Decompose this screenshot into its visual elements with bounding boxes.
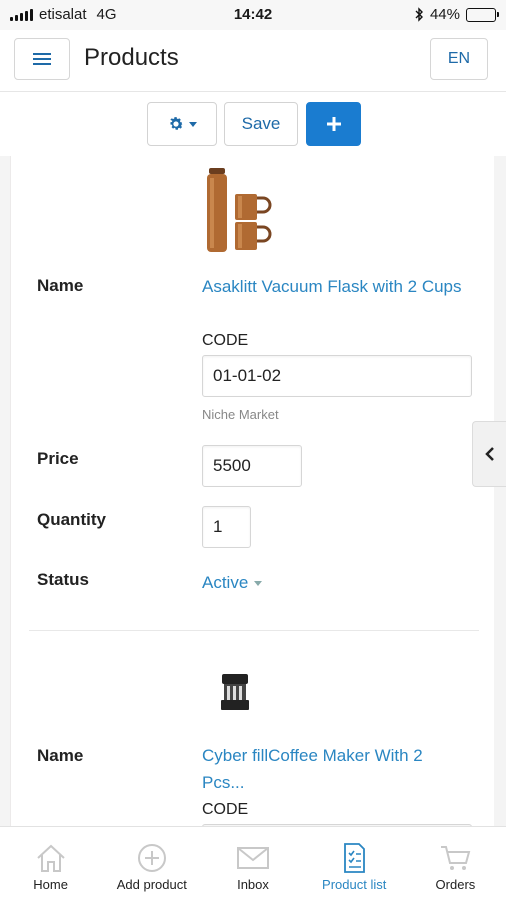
battery-percent: 44% xyxy=(429,6,460,23)
plus-icon xyxy=(326,117,341,131)
page-gutter-right xyxy=(494,156,506,826)
page-gutter-left xyxy=(0,156,10,826)
bottom-navigation: Home Add product Inbox Product list Orde… xyxy=(0,826,506,900)
name-label: Name xyxy=(37,746,84,765)
price-label: Price xyxy=(37,449,79,468)
save-button[interactable]: Save xyxy=(224,102,298,146)
envelope-icon xyxy=(237,847,269,869)
product-list: Name Asaklitt Vacuum Flask with 2 Cups C… xyxy=(10,156,494,826)
hamburger-icon-bar xyxy=(33,58,51,60)
bluetooth-icon xyxy=(415,7,423,22)
add-button[interactable] xyxy=(306,102,361,146)
nav-orders[interactable]: Orders xyxy=(405,827,506,900)
settings-dropdown-button[interactable] xyxy=(147,102,217,146)
code-input[interactable]: 01-01-02 xyxy=(202,355,472,397)
menu-button[interactable] xyxy=(14,38,70,80)
battery-icon xyxy=(466,7,499,22)
nav-home[interactable]: Home xyxy=(0,827,101,900)
hamburger-icon-bar xyxy=(33,53,51,55)
status-right: 44% xyxy=(414,6,499,23)
product-name-link[interactable]: Cyber fillCoffee Maker With 2 Pcs... xyxy=(202,742,462,796)
add-circle-icon xyxy=(137,844,166,872)
quantity-label: Quantity xyxy=(37,510,106,529)
status-bar: etisalat 4G 14:42 44% xyxy=(0,0,506,30)
nav-label: Home xyxy=(33,877,68,892)
hamburger-icon-bar xyxy=(33,63,51,65)
gear-icon xyxy=(170,117,184,130)
page-title: Products xyxy=(84,44,179,71)
quantity-input[interactable]: 1 xyxy=(202,506,251,548)
market-label: Niche Market xyxy=(202,407,279,422)
status-label: Status xyxy=(37,570,89,589)
status-dropdown[interactable]: Active xyxy=(202,573,263,593)
nav-label: Add product xyxy=(116,877,187,892)
chevron-down-icon xyxy=(254,580,263,586)
nav-label: Inbox xyxy=(237,877,269,892)
product-image-coffee-maker xyxy=(221,674,249,710)
product-image-flask xyxy=(207,168,272,252)
chevron-left-icon xyxy=(484,447,494,461)
code-label: CODE xyxy=(202,332,249,349)
side-panel-toggle[interactable] xyxy=(472,421,506,487)
cart-icon xyxy=(441,846,471,870)
nav-inbox[interactable]: Inbox xyxy=(202,827,303,900)
nav-product-list[interactable]: Product list xyxy=(304,827,405,900)
nav-label: Product list xyxy=(322,877,387,892)
nav-add-product[interactable]: Add product xyxy=(101,827,202,900)
price-input[interactable]: 5500 xyxy=(202,445,302,487)
code-label: CODE xyxy=(202,801,249,818)
list-icon xyxy=(344,843,366,873)
app-header: Products EN xyxy=(0,30,506,92)
product-divider xyxy=(29,630,479,631)
language-button[interactable]: EN xyxy=(430,38,488,80)
status-value: Active xyxy=(202,573,249,592)
home-icon xyxy=(36,844,65,872)
nav-label: Orders xyxy=(435,877,476,892)
product-name-link[interactable]: Asaklitt Vacuum Flask with 2 Cups xyxy=(202,273,462,300)
toolbar: Save xyxy=(0,92,506,156)
chevron-down-icon xyxy=(189,121,197,127)
name-label: Name xyxy=(37,276,84,295)
